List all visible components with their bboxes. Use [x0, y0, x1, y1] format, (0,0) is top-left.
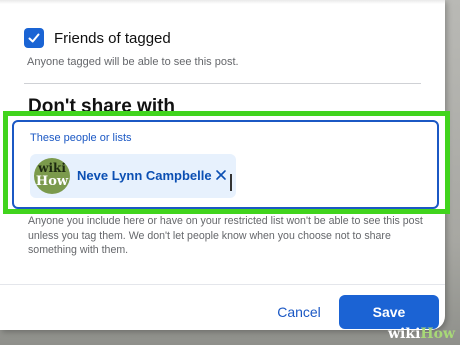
friends-of-tagged-label[interactable]: Friends of tagged	[54, 30, 171, 48]
avatar-logo: wiki How	[35, 161, 69, 189]
save-button[interactable]: Save	[339, 295, 439, 329]
wikihow-watermark: wikiHow	[388, 326, 456, 342]
dont-share-input-label: These people or lists	[30, 132, 132, 144]
remove-chip-button[interactable]	[213, 167, 229, 183]
friends-of-tagged-checkbox[interactable]	[24, 28, 44, 48]
footer-divider	[0, 284, 445, 285]
avatar: wiki How	[34, 158, 70, 194]
text-caret	[230, 174, 232, 191]
section-divider	[24, 83, 421, 84]
check-icon	[28, 33, 40, 43]
dont-share-footnote: Anyone you include here or have on your …	[28, 215, 423, 256]
close-icon	[216, 170, 226, 180]
chip-person-name: Neve Lynn Campbelle	[77, 168, 212, 183]
selected-person-chip[interactable]: wiki How Neve Lynn Campbelle	[30, 154, 236, 198]
post-audience-dialog: Friends of tagged Anyone tagged will be …	[0, 0, 450, 330]
dont-share-input[interactable]: These people or lists wiki How Neve Lynn…	[12, 120, 439, 209]
friends-of-tagged-helper: Anyone tagged will be able to see this p…	[27, 56, 239, 68]
scroll-edge	[0, 0, 445, 4]
cancel-button[interactable]: Cancel	[268, 296, 330, 328]
